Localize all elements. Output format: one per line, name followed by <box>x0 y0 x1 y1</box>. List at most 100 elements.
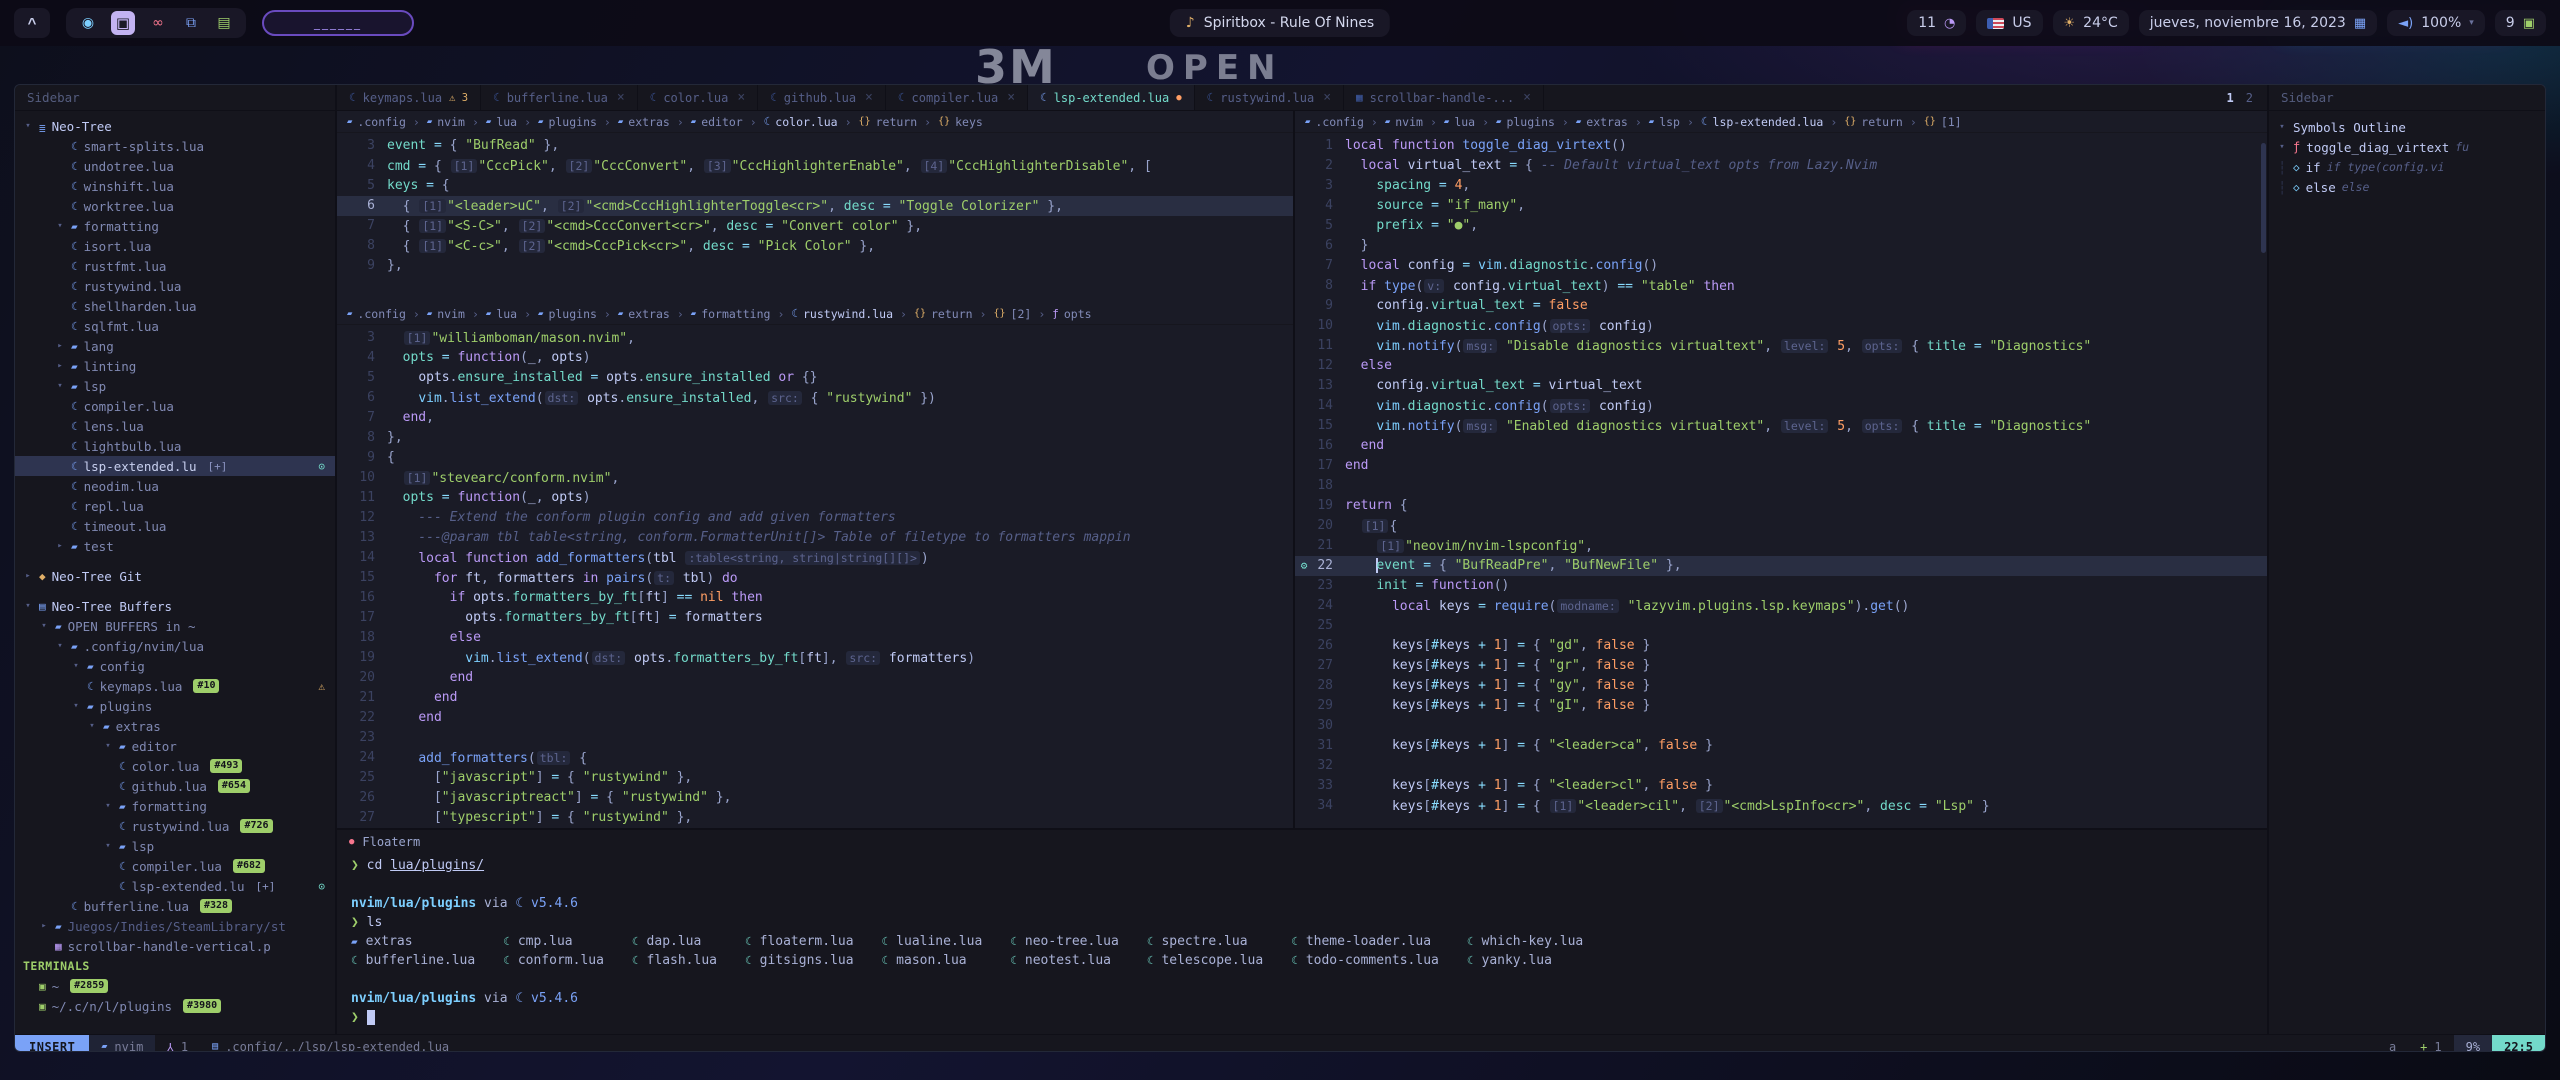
window-title-widget[interactable]: ______ <box>262 10 414 36</box>
close-icon[interactable]: × <box>617 90 625 105</box>
editor-tab[interactable]: ☾compiler.lua× <box>886 85 1028 110</box>
tree-item[interactable]: ▾≣Neo-Tree <box>15 116 335 136</box>
tree-item[interactable]: ☾compiler.lua#682 <box>15 856 335 876</box>
copy-app-icon[interactable]: ⧉ <box>181 13 201 33</box>
breadcrumb-segment[interactable]: ▰plugins <box>538 307 597 321</box>
tree-item[interactable]: ▾▰formatting <box>15 216 335 236</box>
date-widget[interactable]: jueves, noviembre 16, 2023▦ <box>2139 10 2377 36</box>
tree-item[interactable]: ☾lens.lua <box>15 416 335 436</box>
editor-tab[interactable]: ☾keymaps.lua⚠ 3 <box>337 85 481 110</box>
tree-item[interactable]: ☾sqlfmt.lua <box>15 316 335 336</box>
breadcrumb-segment[interactable]: ▰nvim <box>427 307 465 321</box>
listing-item[interactable]: ☾bufferline.lua <box>351 951 475 970</box>
volume-widget[interactable]: ◄)100%▾ <box>2387 10 2485 36</box>
listing-item[interactable]: ☾which-key.lua <box>1467 932 1583 951</box>
tree-item[interactable]: TERMINALS <box>15 956 335 976</box>
tray-widget[interactable]: 9▣ <box>2495 10 2546 36</box>
tree-item[interactable]: ☾winshift.lua <box>15 176 335 196</box>
weather-widget[interactable]: ☀24°C <box>2053 10 2129 36</box>
neo-tree-panel[interactable]: ▾≣Neo-Tree☾smart-splits.lua☾undotree.lua… <box>15 111 335 1034</box>
updates-widget[interactable]: 11◔ <box>1907 10 1966 36</box>
tree-item[interactable]: ▾▰config <box>15 656 335 676</box>
breadcrumb-segment[interactable]: {}return <box>1844 115 1903 129</box>
breadcrumb-segment[interactable]: ▰.config <box>347 115 406 129</box>
tree-item[interactable]: ▾▰plugins <box>15 696 335 716</box>
tree-item[interactable]: ☾worktree.lua <box>15 196 335 216</box>
editor-tab[interactable]: ☾bufferline.lua× <box>481 85 638 110</box>
listing-item[interactable]: ☾cmp.lua <box>503 932 604 951</box>
music-widget[interactable]: ♪ Spiritbox - Rule Of Nines <box>1170 9 1390 37</box>
breadcrumb-segment[interactable]: {}[1] <box>1924 115 1962 129</box>
listing-item[interactable]: ☾yanky.lua <box>1467 951 1583 970</box>
listing-item[interactable]: ☾theme-loader.lua <box>1291 932 1439 951</box>
tree-item[interactable]: ☾keymaps.lua#10⚠ <box>15 676 335 696</box>
listing-item[interactable]: ☾lualine.lua <box>882 932 983 951</box>
layout-widget[interactable]: US <box>1976 10 2042 36</box>
editor-tab[interactable]: ☾lsp-extended.lua● <box>1028 85 1195 110</box>
tree-item[interactable]: ▾▰OPEN BUFFERS in ~ <box>15 616 335 636</box>
scrollbar-handle[interactable] <box>2261 143 2266 253</box>
tree-item[interactable]: ☾shellharden.lua <box>15 296 335 316</box>
editor-tab[interactable]: ▦scrollbar-handle-...× <box>1344 85 1544 110</box>
symbols-outline-panel[interactable]: ▾ Symbols Outline ▾ƒtoggle_diag_virtextf… <box>2269 111 2545 1034</box>
listing-item[interactable]: ☾neotest.lua <box>1010 951 1119 970</box>
tree-item[interactable]: ☾rustfmt.lua <box>15 256 335 276</box>
close-icon[interactable]: × <box>737 90 745 105</box>
breadcrumb-segment[interactable]: {}[2] <box>993 307 1031 321</box>
floaterm-terminal[interactable]: ❯ cd lua/plugins/ nvim/lua/plugins via ☾… <box>337 854 2267 1029</box>
tree-item[interactable]: ▸▰Juegos/Indies/SteamLibrary/st <box>15 916 335 936</box>
tree-item[interactable]: ▾▰lsp <box>15 836 335 856</box>
tree-item[interactable]: ▾▰editor <box>15 736 335 756</box>
tree-item[interactable]: ☾lsp-extended.lu[+]⊙ <box>15 456 335 476</box>
listing-item[interactable]: ☾gitsigns.lua <box>745 951 854 970</box>
tab-page-2[interactable]: 2 <box>2246 91 2253 105</box>
tree-item[interactable]: ☾rustywind.lua#726 <box>15 816 335 836</box>
breadcrumb-segment[interactable]: ƒopts <box>1052 307 1091 321</box>
breadcrumb-segment[interactable]: ▰.config <box>1305 115 1364 129</box>
breadcrumb-segment[interactable]: {}return <box>859 115 918 129</box>
listing-item[interactable]: ☾dap.lua <box>632 932 717 951</box>
tree-item[interactable]: ☾bufferline.lua#328 <box>15 896 335 916</box>
close-icon[interactable]: × <box>1007 90 1015 105</box>
breadcrumb-segment[interactable]: ▰lua <box>486 115 517 129</box>
tree-item[interactable]: ▸▰linting <box>15 356 335 376</box>
tree-item[interactable]: ▦scrollbar-handle-vertical.p <box>15 936 335 956</box>
tree-item[interactable]: ☾rustywind.lua <box>15 276 335 296</box>
tree-item[interactable]: ☾smart-splits.lua <box>15 136 335 156</box>
tree-item[interactable]: ☾compiler.lua <box>15 396 335 416</box>
code-pane-lsp-extended-lua[interactable]: 1local function toggle_diag_virtext()2 l… <box>1295 133 2267 828</box>
outline-item[interactable]: ▾ƒtoggle_diag_virtextfu <box>2269 137 2545 157</box>
listing-item[interactable]: ☾mason.lua <box>882 951 983 970</box>
code-pane-color-lua[interactable]: 3event = { "BufRead" },4cmd = { [1]"CccP… <box>337 133 1293 303</box>
listing-item[interactable]: ☾todo-comments.lua <box>1291 951 1439 970</box>
tree-item[interactable]: ☾color.lua#493 <box>15 756 335 776</box>
listing-item[interactable]: ☾floaterm.lua <box>745 932 854 951</box>
tree-item[interactable]: ☾lsp-extended.lu[+]⊙ <box>15 876 335 896</box>
breadcrumb-segment[interactable]: ☾rustywind.lua <box>791 307 893 321</box>
listing-item[interactable]: ☾flash.lua <box>632 951 717 970</box>
breadcrumb-segment[interactable]: ▰lua <box>1444 115 1475 129</box>
tree-item[interactable]: ☾neodim.lua <box>15 476 335 496</box>
editor-tab[interactable]: ☾rustywind.lua× <box>1195 85 1344 110</box>
tree-item[interactable]: ▸◆Neo-Tree Git <box>15 566 335 586</box>
breadcrumb-segment[interactable]: ▰.config <box>347 307 406 321</box>
editor-tab[interactable]: ☾github.lua× <box>758 85 886 110</box>
breadcrumb-segment[interactable]: ▰nvim <box>427 115 465 129</box>
close-icon[interactable]: × <box>1323 90 1331 105</box>
code-pane-rustywind-lua[interactable]: 3 [1]"williamboman/mason.nvim",4 opts = … <box>337 325 1293 828</box>
tree-item[interactable]: ▸▰lang <box>15 336 335 356</box>
listing-item[interactable]: ☾conform.lua <box>503 951 604 970</box>
breadcrumb-segment[interactable]: ▰extras <box>618 307 670 321</box>
listing-item[interactable]: ☾telescope.lua <box>1147 951 1263 970</box>
outline-item[interactable]: ┆◇ifif type(config.vi <box>2269 157 2545 177</box>
breadcrumb-segment[interactable]: ▰extras <box>618 115 670 129</box>
breadcrumb-segment[interactable]: ▰plugins <box>1496 115 1555 129</box>
tree-item[interactable]: ▸▰test <box>15 536 335 556</box>
tree-item[interactable]: ☾undotree.lua <box>15 156 335 176</box>
tree-item[interactable]: ▾▰lsp <box>15 376 335 396</box>
grid-app-icon[interactable]: ▣ <box>111 11 135 35</box>
breadcrumb-segment[interactable]: ▰nvim <box>1385 115 1423 129</box>
tab-page-1[interactable]: 1 <box>2227 91 2234 105</box>
breadcrumb-segment[interactable]: ☾color.lua <box>764 115 838 129</box>
tree-item[interactable]: ☾isort.lua <box>15 236 335 256</box>
